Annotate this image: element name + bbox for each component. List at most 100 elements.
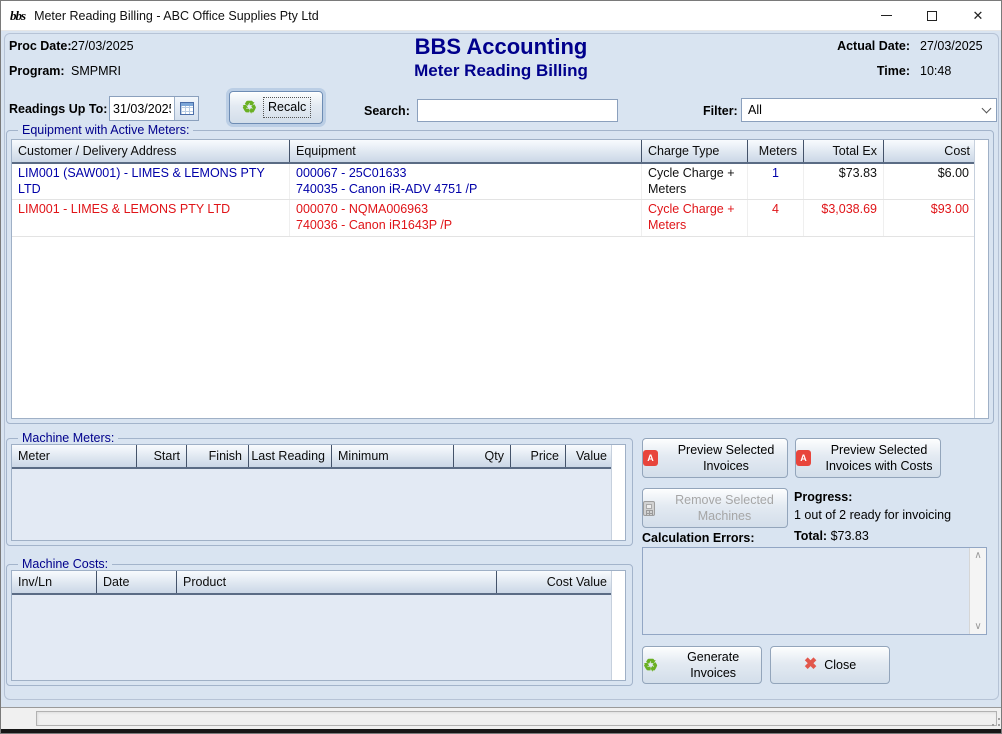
col-cost-value[interactable]: Cost Value xyxy=(497,571,613,593)
app-window: bbs Meter Reading Billing - ABC Office S… xyxy=(0,0,1002,734)
screen-title: Meter Reading Billing xyxy=(301,61,701,81)
close-icon: ✕ xyxy=(973,9,984,22)
equipment-row-2[interactable]: LIM001 - LIMES & LEMONS PTY LTD 000070 -… xyxy=(12,200,988,236)
generate-invoices-button[interactable]: ♻ Generate Invoices xyxy=(642,646,762,684)
preview-costs-label: Preview Selected Invoices with Costs xyxy=(818,442,940,475)
preview-selected-invoices-button[interactable]: Preview Selected Invoices xyxy=(642,438,788,478)
col-meter[interactable]: Meter xyxy=(12,445,137,467)
equipment-table-header: Customer / Delivery Address Equipment Ch… xyxy=(12,140,988,164)
title-bar: bbs Meter Reading Billing - ABC Office S… xyxy=(1,1,1001,31)
status-panel xyxy=(36,711,997,726)
chevron-down-icon xyxy=(982,103,992,113)
program-label: Program: xyxy=(9,64,65,78)
machine-costs-header: Inv/Ln Date Product Cost Value xyxy=(12,571,625,595)
total-line: Total: $73.83 xyxy=(794,529,869,543)
time-value: 10:48 xyxy=(920,64,995,78)
date-picker-button[interactable] xyxy=(174,97,198,120)
preview-invoices-with-costs-button[interactable]: Preview Selected Invoices with Costs xyxy=(795,438,941,478)
col-date[interactable]: Date xyxy=(97,571,177,593)
col-charge-type[interactable]: Charge Type xyxy=(642,140,748,162)
window-bottom-edge xyxy=(1,729,1002,734)
recycle-icon: ♻ xyxy=(242,99,257,116)
col-customer[interactable]: Customer / Delivery Address xyxy=(12,140,290,162)
scroll-up-icon: ∧ xyxy=(974,550,981,561)
machine-costs-group-label: Machine Costs: xyxy=(18,557,112,571)
calculator-icon xyxy=(643,501,655,516)
close-button[interactable]: ✖ Close xyxy=(770,646,890,684)
col-last-reading[interactable]: Last Reading xyxy=(249,445,332,467)
filter-label: Filter: xyxy=(703,104,738,118)
calculation-errors-box[interactable]: ∧ ∨ xyxy=(642,547,987,635)
equipment-id: 000067 - 25C01633 xyxy=(296,166,635,182)
col-finish[interactable]: Finish xyxy=(187,445,249,467)
machine-costs-empty-body xyxy=(12,595,625,680)
equipment-scroll-track[interactable] xyxy=(974,140,988,418)
calendar-icon xyxy=(180,102,194,115)
close-label: Close xyxy=(824,657,856,673)
preview-invoices-label: Preview Selected Invoices xyxy=(665,442,787,475)
pdf-icon xyxy=(643,450,658,466)
proc-date-label: Proc Date: xyxy=(9,39,72,53)
col-start[interactable]: Start xyxy=(137,445,187,467)
readings-date-input[interactable] xyxy=(110,97,174,120)
equipment-group-label: Equipment with Active Meters: xyxy=(18,123,193,137)
machine-meters-empty-body xyxy=(12,469,625,540)
errors-scrollbar[interactable]: ∧ ∨ xyxy=(969,548,986,634)
total-label: Total: xyxy=(794,529,827,543)
equipment-model: 740036 - Canon iR1643P /P xyxy=(296,218,635,234)
col-qty[interactable]: Qty xyxy=(454,445,511,467)
form-body: Proc Date: 27/03/2025 Program: SMPMRI BB… xyxy=(1,31,1002,707)
filter-select[interactable]: All xyxy=(741,98,997,122)
app-title: BBS Accounting xyxy=(301,34,701,60)
col-cost[interactable]: Cost xyxy=(884,140,976,162)
app-icon: bbs xyxy=(10,9,25,22)
resize-grip[interactable] xyxy=(991,717,1001,727)
recalc-button[interactable]: ♻ Recalc xyxy=(229,91,323,124)
recycle-icon: ♻ xyxy=(643,657,658,674)
maximize-icon xyxy=(927,11,937,21)
col-equipment[interactable]: Equipment xyxy=(290,140,642,162)
red-x-icon: ✖ xyxy=(804,657,817,673)
search-label: Search: xyxy=(364,104,410,118)
program-value: SMPMRI xyxy=(71,64,121,78)
total-value: $73.83 xyxy=(831,529,869,543)
machine-meters-header: Meter Start Finish Last Reading Minimum … xyxy=(12,445,625,469)
window-title: Meter Reading Billing - ABC Office Suppl… xyxy=(34,9,319,23)
machine-meters-table: Meter Start Finish Last Reading Minimum … xyxy=(11,444,626,541)
machine-costs-table: Inv/Ln Date Product Cost Value xyxy=(11,570,626,681)
col-price[interactable]: Price xyxy=(511,445,566,467)
status-bar xyxy=(1,707,1002,729)
equipment-model: 740035 - Canon iR-ADV 4751 /P xyxy=(296,182,635,198)
minimize-button[interactable] xyxy=(863,1,909,30)
progress-text: 1 out of 2 ready for invoicing xyxy=(794,508,951,522)
machine-meters-group-label: Machine Meters: xyxy=(18,431,118,445)
recalc-label: Recalc xyxy=(264,98,310,116)
search-input[interactable] xyxy=(417,99,618,122)
col-minimum[interactable]: Minimum xyxy=(332,445,454,467)
actual-date-label: Actual Date: xyxy=(818,39,910,53)
col-value[interactable]: Value xyxy=(566,445,613,467)
machine-meters-scroll-track[interactable] xyxy=(611,445,625,540)
remove-machines-label: Remove Selected Machines xyxy=(662,492,787,525)
col-inv-ln[interactable]: Inv/Ln xyxy=(12,571,97,593)
actual-date-value: 27/03/2025 xyxy=(920,39,995,53)
generate-invoices-label: Generate Invoices xyxy=(665,649,761,682)
date-time-block: Actual Date: 27/03/2025 Time: 10:48 xyxy=(818,39,995,89)
equipment-row-1[interactable]: LIM001 (SAW001) - LIMES & LEMONS PTY LTD… xyxy=(12,164,988,200)
progress-label: Progress: xyxy=(794,490,852,504)
minimize-icon xyxy=(881,15,892,16)
pdf-icon xyxy=(796,450,811,466)
proc-date-value: 27/03/2025 xyxy=(71,39,134,53)
filter-selected-value: All xyxy=(748,103,983,117)
time-label: Time: xyxy=(818,64,910,78)
readings-up-to-label: Readings Up To: xyxy=(9,102,107,116)
readings-date-field xyxy=(109,96,199,121)
maximize-button[interactable] xyxy=(909,1,955,30)
machine-costs-scroll-track[interactable] xyxy=(611,571,625,680)
remove-selected-machines-button[interactable]: Remove Selected Machines xyxy=(642,488,788,528)
col-total-ex[interactable]: Total Ex xyxy=(804,140,884,162)
scroll-down-icon: ∨ xyxy=(974,621,981,632)
close-window-button[interactable]: ✕ xyxy=(955,1,1001,30)
col-product[interactable]: Product xyxy=(177,571,497,593)
col-meters[interactable]: Meters xyxy=(748,140,804,162)
